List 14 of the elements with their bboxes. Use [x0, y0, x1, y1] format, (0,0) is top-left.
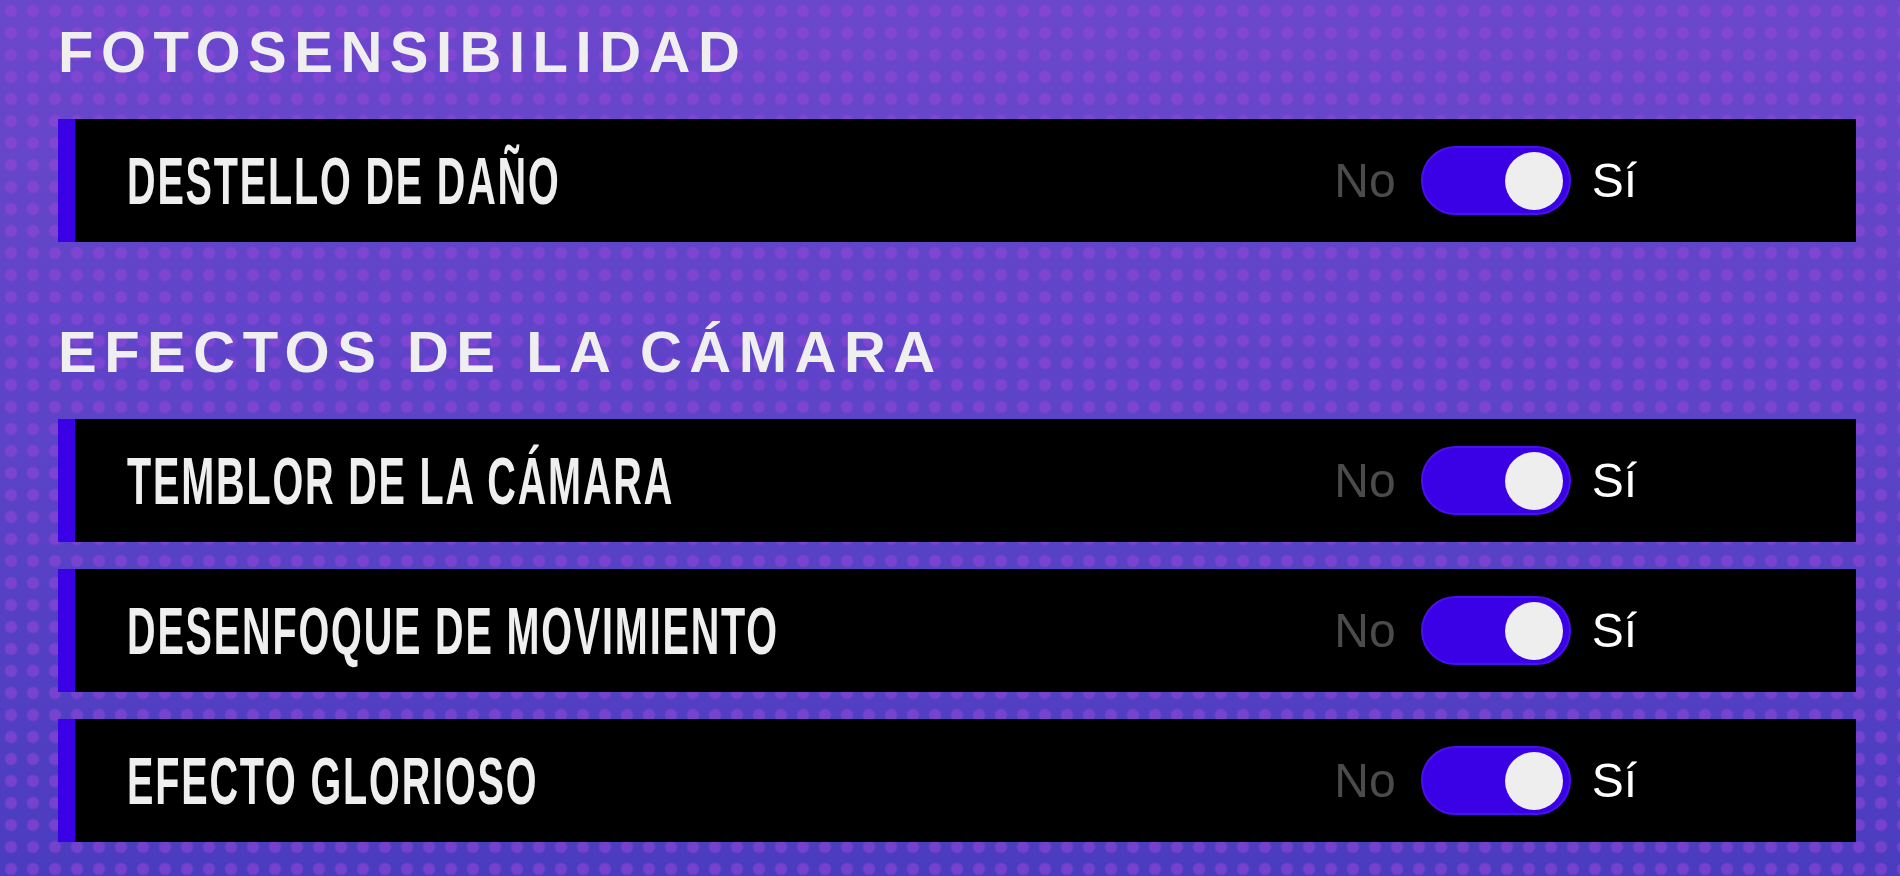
section-heading: EFECTOS DE LA CÁMARA [58, 323, 943, 381]
on-label: Sí [1591, 752, 1637, 809]
on-label: Sí [1591, 152, 1637, 209]
on-label: Sí [1591, 452, 1637, 509]
setting-label: DESTELLO DE DAÑO [127, 145, 561, 216]
off-label: No [1334, 602, 1396, 659]
setting-label: TEMBLOR DE LA CÁMARA [127, 445, 675, 516]
on-label: Sí [1591, 602, 1637, 659]
off-label: No [1334, 752, 1396, 809]
off-label: No [1334, 452, 1396, 509]
setting-label: EFECTO GLORIOSO [127, 745, 539, 816]
off-label: No [1334, 152, 1396, 209]
setting-label: DESENFOQUE DE MOVIMIENTO [127, 595, 779, 666]
section-heading: FOTOSENSIBILIDAD [58, 23, 748, 81]
